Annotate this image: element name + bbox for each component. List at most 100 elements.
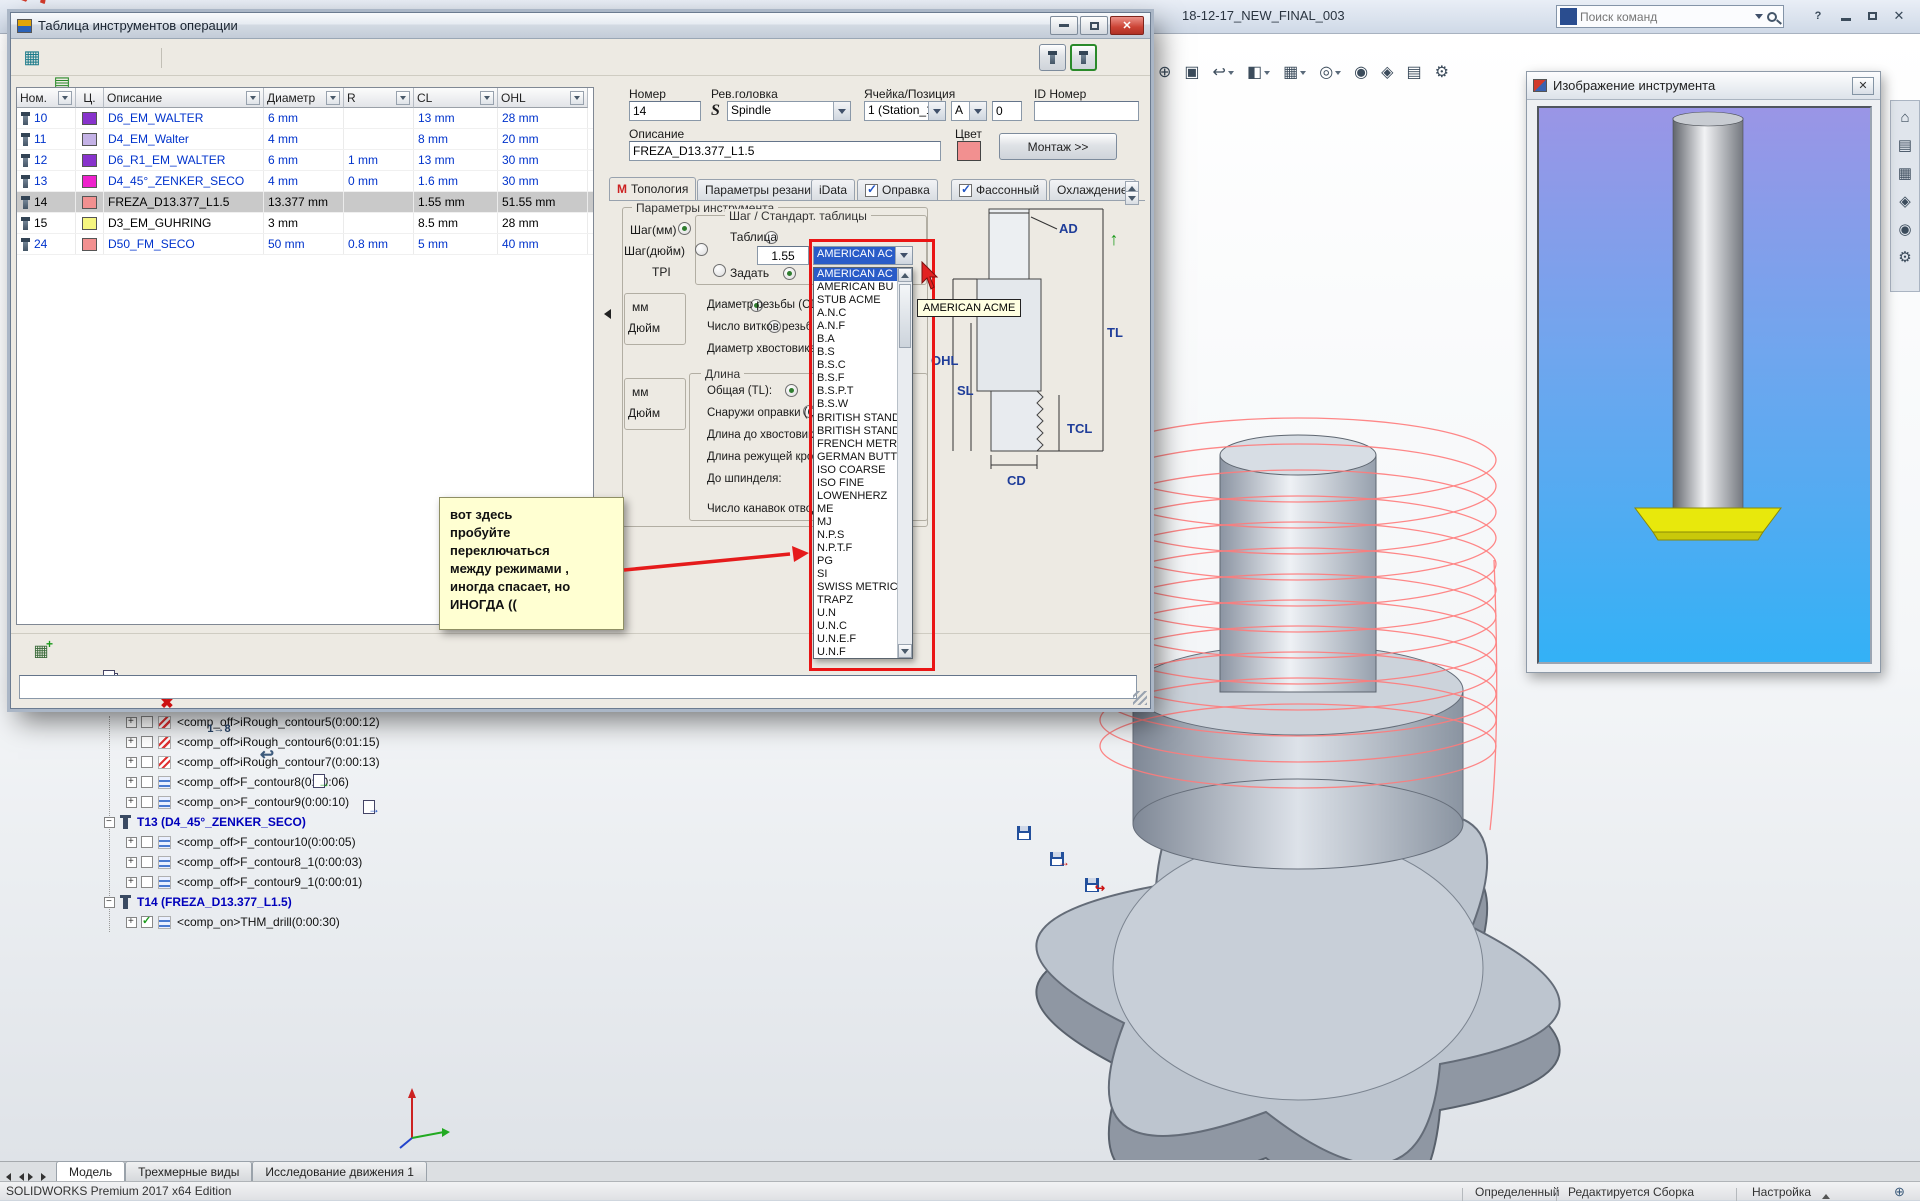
appearance-icon[interactable]: ◈ bbox=[1381, 62, 1393, 82]
description-field[interactable] bbox=[629, 141, 941, 161]
dialog-close-button[interactable]: ✕ bbox=[1110, 16, 1144, 35]
tool-preview-toggle-button[interactable] bbox=[1070, 44, 1097, 71]
combo-arrow-icon[interactable] bbox=[928, 102, 945, 120]
dropdown-option[interactable]: A.N.C bbox=[814, 307, 897, 320]
op-checkbox[interactable] bbox=[141, 796, 153, 808]
dropdown-option[interactable]: TRAPZ bbox=[814, 594, 897, 607]
dropdown-option[interactable]: U.N.E.F bbox=[814, 633, 897, 646]
combo-arrow-icon[interactable] bbox=[969, 102, 986, 120]
set-mode-radio[interactable] bbox=[783, 267, 796, 280]
tree-item[interactable]: <comp_off>iRough_contour5(0:00:12) bbox=[80, 712, 520, 732]
table-row[interactable]: 10 D6_EM_WALTER 6 mm 13 mm 28 mm bbox=[17, 108, 593, 129]
splitter-collapse-icon[interactable] bbox=[599, 309, 611, 319]
customize-caret-icon[interactable] bbox=[1822, 1190, 1830, 1199]
tool-color-button[interactable] bbox=[957, 141, 981, 161]
collapse-icon[interactable] bbox=[104, 897, 115, 908]
expand-icon[interactable] bbox=[126, 837, 137, 848]
tab-topology[interactable]: MТопология bbox=[609, 177, 696, 200]
view-orientation-icon[interactable]: ▦ bbox=[1283, 62, 1306, 82]
tpi-radio[interactable] bbox=[713, 264, 726, 277]
dropdown-option[interactable]: U.N.C bbox=[814, 620, 897, 633]
combo-arrow-icon[interactable] bbox=[895, 247, 912, 264]
dropdown-option[interactable]: U.N.F bbox=[814, 646, 897, 659]
expand-icon[interactable] bbox=[126, 717, 137, 728]
section-view-icon[interactable]: ◧ bbox=[1247, 62, 1270, 82]
import-table-button[interactable]: → bbox=[356, 794, 382, 820]
status-customize[interactable]: Настройка bbox=[1752, 1185, 1811, 1199]
view-large-table-icon[interactable]: ▦ bbox=[19, 44, 45, 70]
previous-view-icon[interactable]: ↩ bbox=[1213, 62, 1234, 82]
expand-icon[interactable] bbox=[126, 857, 137, 868]
op-checkbox[interactable] bbox=[141, 876, 153, 888]
filter-button-icon[interactable] bbox=[58, 91, 72, 105]
library-tab-icon[interactable]: ▤ bbox=[1898, 136, 1912, 154]
save-button[interactable] bbox=[1011, 820, 1037, 846]
dropdown-option[interactable]: ME bbox=[814, 503, 897, 516]
op-checkbox[interactable] bbox=[141, 736, 153, 748]
dialog-titlebar[interactable]: Таблица инструментов операции ✕ bbox=[11, 13, 1150, 39]
id-number-field[interactable] bbox=[1034, 101, 1139, 121]
dropdown-option[interactable]: GERMAN BUTT bbox=[814, 451, 897, 464]
header-r[interactable]: R bbox=[344, 88, 414, 108]
dropdown-option[interactable]: B.S.P.T bbox=[814, 385, 897, 398]
search-input[interactable] bbox=[1580, 10, 1755, 24]
display-style-icon[interactable]: ◎ bbox=[1319, 62, 1341, 82]
home-tab-icon[interactable]: ⌂ bbox=[1900, 109, 1909, 126]
position-combobox[interactable]: A bbox=[951, 101, 987, 121]
holder-checkbox[interactable] bbox=[865, 184, 878, 197]
table-row-selected[interactable]: 14 FREZA_D13.377_L1.5 13.377 mm 1.55 mm … bbox=[17, 192, 593, 213]
scroll-up-icon[interactable] bbox=[898, 268, 912, 282]
expand-icon[interactable] bbox=[126, 737, 137, 748]
custom-props-tab-icon[interactable]: ◉ bbox=[1898, 220, 1911, 238]
tree-item[interactable]: <comp_off>F_contour8(0:00:06) bbox=[80, 772, 520, 792]
appearances-tab-icon[interactable]: ◈ bbox=[1899, 192, 1911, 210]
command-search-box[interactable] bbox=[1556, 5, 1784, 28]
search-scope-caret-icon[interactable] bbox=[1755, 14, 1763, 23]
expand-icon[interactable] bbox=[126, 917, 137, 928]
dropdown-option[interactable]: B.S bbox=[814, 346, 897, 359]
settings-tab-icon[interactable]: ⚙ bbox=[1898, 248, 1911, 266]
tab-model[interactable]: Модель bbox=[56, 1161, 125, 1181]
minimize-button[interactable] bbox=[1834, 6, 1858, 26]
filter-button-icon[interactable] bbox=[246, 91, 260, 105]
zoom-area-icon[interactable]: ▣ bbox=[1184, 62, 1199, 82]
table-row[interactable]: 12 D6_R1_EM_WALTER 6 mm 1 mm 13 mm 30 mm bbox=[17, 150, 593, 171]
tree-item[interactable]: <comp_off>F_contour8_1(0:00:03) bbox=[80, 852, 520, 872]
header-cl[interactable]: CL bbox=[414, 88, 498, 108]
number-field[interactable] bbox=[629, 101, 701, 121]
dropdown-option[interactable]: FRENCH METRI bbox=[814, 438, 897, 451]
filter-button-icon[interactable] bbox=[326, 91, 340, 105]
scene-icon[interactable]: ▤ bbox=[1406, 62, 1421, 82]
renumber-button[interactable]: 1→8 bbox=[206, 716, 232, 742]
tree-item-tool[interactable]: T13 (D4_45°_ZENKER_SECO) bbox=[80, 812, 520, 832]
dropdown-option[interactable]: B.A bbox=[814, 333, 897, 346]
expand-icon[interactable] bbox=[126, 757, 137, 768]
dropdown-option[interactable]: AMERICAN BU bbox=[814, 281, 897, 294]
shaped-checkbox[interactable] bbox=[959, 184, 972, 197]
dropdown-option[interactable]: ISO FINE bbox=[814, 477, 897, 490]
tab-holder[interactable]: Оправка bbox=[857, 179, 938, 200]
dropdown-option[interactable]: BRITISH STAND bbox=[814, 425, 897, 438]
header-desc[interactable]: Описание bbox=[104, 88, 264, 108]
dropdown-option[interactable]: LOWENHERZ bbox=[814, 490, 897, 503]
tree-item[interactable]: <comp_on>F_contour9(0:00:10) bbox=[80, 792, 520, 812]
globe-icon[interactable]: ⊕ bbox=[1894, 1184, 1905, 1200]
header-color[interactable]: Ц. bbox=[76, 88, 104, 108]
tab-3d-views[interactable]: Трехмерные виды bbox=[125, 1161, 252, 1181]
combo-arrow-icon[interactable] bbox=[833, 102, 850, 120]
search-magnifier-icon[interactable] bbox=[1767, 12, 1777, 22]
op-checkbox[interactable] bbox=[141, 716, 153, 728]
tab-motion-study[interactable]: Исследование движения 1 bbox=[252, 1161, 427, 1181]
header-num[interactable]: Ном. bbox=[17, 88, 76, 108]
station-combobox[interactable]: 1 (Station_1) bbox=[864, 101, 946, 121]
tab-shaped[interactable]: Фассонный bbox=[951, 179, 1047, 200]
tab-idata[interactable]: iData bbox=[811, 179, 855, 200]
filter-button-icon[interactable] bbox=[480, 91, 494, 105]
op-checkbox[interactable] bbox=[141, 756, 153, 768]
panel-close-button[interactable]: ✕ bbox=[1852, 77, 1874, 95]
dropdown-option[interactable]: MJ bbox=[814, 516, 897, 529]
thread-standard-combobox[interactable]: AMERICAN AC bbox=[813, 246, 913, 265]
tab-scroll-prev[interactable] bbox=[13, 1173, 26, 1181]
table-row[interactable]: 13 D4_45°_ZENKER_SECO 4 mm 0 mm 1.6 mm 3… bbox=[17, 171, 593, 192]
expand-icon[interactable] bbox=[126, 797, 137, 808]
